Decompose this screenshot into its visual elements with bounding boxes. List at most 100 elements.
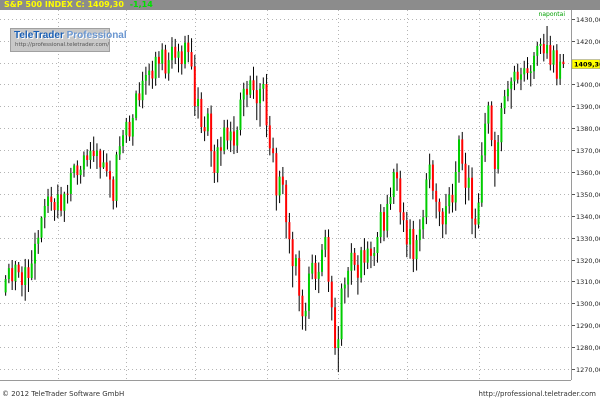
candle-body	[7, 268, 10, 280]
brand-title: TeleTrader Professional	[14, 30, 127, 41]
candle-body	[288, 222, 291, 240]
candle-body	[490, 105, 493, 141]
candle-body	[278, 176, 281, 196]
candle-body	[559, 61, 562, 79]
price-tick-label: 1390,00	[576, 103, 600, 111]
candle-body	[386, 203, 389, 231]
candle-body	[268, 125, 271, 149]
candle-body	[464, 163, 467, 188]
candle-body	[174, 46, 177, 58]
candle-body	[252, 80, 255, 91]
candle-body	[63, 193, 66, 211]
price-axis[interactable]: 1270,00 1280,00 1290,00 1300,00 1310,00 1320,…	[571, 10, 600, 380]
candle-body	[317, 271, 320, 279]
candle-body	[151, 70, 154, 79]
candle-body	[105, 162, 108, 172]
candle-body	[203, 127, 206, 132]
candle-body	[340, 288, 343, 340]
candle-body	[343, 284, 346, 289]
candle-body	[95, 150, 98, 157]
candle-body	[128, 121, 131, 137]
candle-body	[115, 154, 118, 201]
candle-body	[141, 80, 144, 101]
candle-body	[523, 68, 526, 75]
candle-body	[89, 150, 92, 160]
candle-body	[167, 60, 170, 74]
candle-body	[219, 147, 222, 151]
brand-title-part1: TeleTrader	[14, 30, 64, 41]
candle-body	[24, 267, 27, 285]
chart-window: S&P 500 INDEX C: 1409,30 -1,14 TeleTrade…	[0, 0, 600, 400]
candle-body	[226, 127, 229, 141]
candle-body	[304, 310, 307, 317]
candle-body	[20, 272, 23, 285]
candle-body	[431, 164, 434, 191]
candle-body	[73, 165, 76, 174]
candle-body	[170, 46, 173, 61]
candle-body	[549, 45, 552, 65]
candle-body	[356, 264, 359, 278]
candle-body	[56, 194, 59, 211]
footer-bar: © 2012 TeleTrader Software GmbH http://p…	[0, 389, 600, 400]
candle-body	[281, 176, 284, 185]
candle-body	[552, 50, 555, 65]
candle-body	[190, 52, 193, 67]
candle-body	[40, 217, 43, 238]
candle-body	[86, 155, 89, 160]
candle-body	[138, 93, 141, 101]
candle-body	[66, 193, 69, 195]
candle-body	[451, 194, 454, 203]
candle-body	[353, 252, 356, 265]
candle-body	[396, 172, 399, 179]
candle-body	[542, 43, 545, 54]
candle-body	[69, 173, 72, 194]
candle-body	[448, 194, 451, 207]
candle-body	[546, 45, 549, 54]
instrument-label[interactable]: S&P 500 INDEX C: 1409,30 -1,14	[4, 0, 153, 10]
candle-body	[76, 165, 79, 176]
candle-body	[311, 262, 314, 274]
candle-body	[405, 220, 408, 245]
last-price-label: 1409,30	[574, 61, 600, 69]
candle-body	[366, 248, 369, 263]
candle-body	[157, 56, 160, 64]
candle-body	[30, 263, 33, 278]
candle-body	[206, 113, 209, 132]
candle-body	[148, 70, 151, 76]
candle-body	[92, 150, 95, 157]
candle-body	[177, 51, 180, 58]
candle-body	[350, 252, 353, 271]
session-label: napontai	[538, 11, 565, 18]
plot-area[interactable]: TeleTrader Professional http://professio…	[0, 10, 572, 380]
candle-body	[382, 212, 385, 231]
candle-body	[435, 190, 438, 202]
candle-body	[200, 98, 203, 128]
candle-body	[298, 258, 301, 296]
brand-title-part2: Professional	[66, 30, 127, 41]
footer-url[interactable]: http://professional.teletrader.com	[479, 390, 596, 398]
candle-body	[33, 243, 36, 264]
price-tick-label: 1340,00	[576, 213, 600, 221]
candle-body	[210, 113, 213, 152]
price-tick-label: 1290,00	[576, 322, 600, 330]
candle-body	[60, 194, 63, 211]
price-tick-label: 1380,00	[576, 125, 600, 133]
candle-body	[444, 206, 447, 225]
candle-body	[399, 178, 402, 213]
candle-body	[526, 68, 529, 74]
candle-body	[321, 249, 324, 272]
candle-body	[37, 237, 40, 244]
price-tick-label: 1330,00	[576, 235, 600, 243]
candle-body	[412, 228, 415, 260]
price-tick-label: 1430,00	[576, 16, 600, 24]
candle-body	[285, 184, 288, 223]
candle-body	[506, 88, 509, 97]
price-tick-label: 1420,00	[576, 38, 600, 46]
candle-body	[480, 155, 483, 203]
candle-body	[131, 117, 134, 137]
change-label: -1,14	[129, 0, 153, 9]
candle-body	[307, 273, 310, 311]
candle-body	[324, 237, 327, 250]
candle-body	[513, 71, 516, 82]
candle-body	[265, 84, 268, 126]
